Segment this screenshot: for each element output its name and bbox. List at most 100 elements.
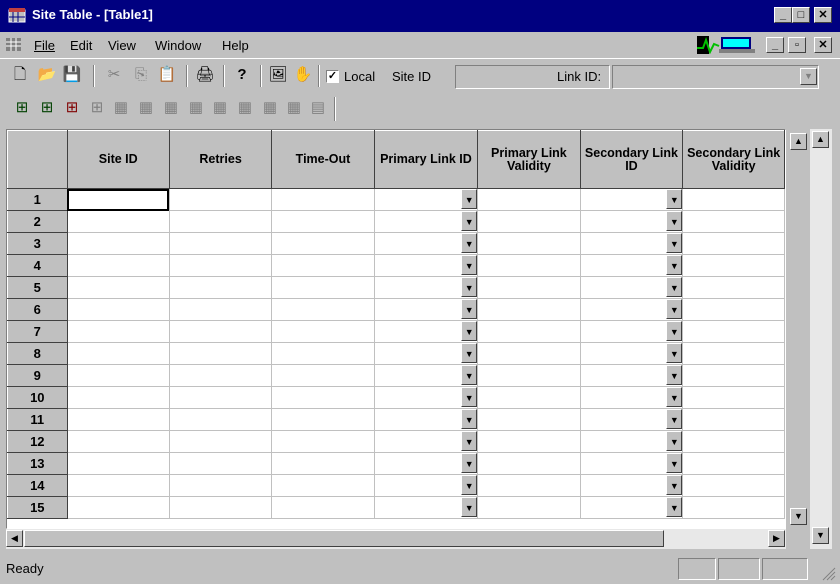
row-number[interactable]: 7 (7, 320, 68, 343)
grid-cell[interactable]: ▼ (374, 320, 479, 343)
grid-cell[interactable]: ▼ (580, 496, 684, 519)
print-icon[interactable]: 🖨 (195, 65, 215, 85)
grid-cell[interactable] (682, 452, 785, 475)
grid-cell[interactable]: ▼ (374, 364, 479, 387)
maximize-button[interactable]: □ (792, 7, 810, 23)
grid-cell[interactable] (67, 298, 170, 321)
grid-cell[interactable]: ▼ (580, 298, 684, 321)
hand-icon[interactable]: ✋ (293, 65, 313, 85)
scroll-down-button[interactable]: ▼ (790, 508, 807, 525)
grid-cell[interactable] (67, 232, 170, 255)
grid-cell[interactable] (477, 320, 581, 343)
delete-column-icon[interactable]: ⊞ (87, 98, 107, 118)
grid-cell[interactable]: ▼ (374, 474, 479, 497)
grid-cell[interactable]: ▼ (580, 474, 684, 497)
grid-cell[interactable] (67, 452, 170, 475)
grid-cell[interactable] (169, 496, 273, 519)
document-icon[interactable] (6, 37, 22, 52)
grid-cell[interactable]: ▼ (374, 188, 479, 211)
grid-option-icon[interactable]: ▦ (186, 98, 206, 118)
cell-dropdown-button[interactable]: ▼ (666, 409, 682, 429)
grid-cell[interactable] (271, 232, 375, 255)
grid-cell[interactable]: ▼ (374, 386, 479, 409)
row-number[interactable]: 2 (7, 210, 68, 233)
row-number[interactable]: 1 (7, 188, 68, 211)
grid-cell[interactable] (271, 474, 375, 497)
grid-cell[interactable] (67, 408, 170, 431)
grid-cell[interactable] (477, 188, 581, 211)
row-number[interactable]: 13 (7, 452, 68, 475)
grid-cell[interactable]: ▼ (580, 430, 684, 453)
vertical-scrollbar-track[interactable]: ▲ ▼ (810, 129, 832, 549)
app-icon[interactable] (8, 7, 26, 23)
grid-cell[interactable] (271, 254, 375, 277)
grid-cell[interactable] (477, 496, 581, 519)
grid-cell[interactable]: ▼ (374, 342, 479, 365)
cell-dropdown-button[interactable]: ▼ (666, 365, 682, 385)
link-id-dropdown-button[interactable]: ▼ (800, 68, 817, 85)
grid-cell[interactable] (477, 474, 581, 497)
cell-dropdown-button[interactable]: ▼ (461, 387, 477, 407)
doc-restore-button[interactable]: ▫ (788, 37, 806, 53)
scroll-up-button[interactable]: ▲ (812, 131, 829, 148)
horizontal-scroll-thumb[interactable] (24, 530, 664, 547)
grid-cell[interactable] (682, 210, 785, 233)
grid-cell[interactable] (67, 320, 170, 343)
new-icon[interactable]: 🗋 (10, 65, 30, 85)
grid-cell[interactable]: ▼ (580, 320, 684, 343)
grid-cell[interactable]: ▼ (374, 254, 479, 277)
row-number[interactable]: 12 (7, 430, 68, 453)
scroll-down-button[interactable]: ▼ (812, 527, 829, 544)
cell-dropdown-button[interactable]: ▼ (461, 343, 477, 363)
grid-cell[interactable] (169, 232, 273, 255)
grid-cell[interactable]: ▼ (374, 496, 479, 519)
cell-dropdown-button[interactable]: ▼ (461, 365, 477, 385)
horizontal-scrollbar[interactable]: ◀ ▶ (6, 529, 786, 549)
cell-dropdown-button[interactable]: ▼ (461, 299, 477, 319)
cell-dropdown-button[interactable]: ▼ (461, 277, 477, 297)
cell-dropdown-button[interactable]: ▼ (666, 255, 682, 275)
grid-option-icon[interactable]: ▦ (136, 98, 156, 118)
grid-option-icon[interactable]: ▦ (235, 98, 255, 118)
grid-cell[interactable]: ▼ (580, 232, 684, 255)
cell-dropdown-button[interactable]: ▼ (666, 321, 682, 341)
grid-cell[interactable] (682, 232, 785, 255)
grid-cell[interactable] (682, 320, 785, 343)
copy-icon[interactable]: ⎘ (131, 65, 151, 85)
cell-dropdown-button[interactable]: ▼ (461, 211, 477, 231)
grid-cell[interactable] (271, 298, 375, 321)
grid-cell[interactable] (477, 408, 581, 431)
grid-cell[interactable] (271, 188, 375, 211)
cell-dropdown-button[interactable]: ▼ (666, 497, 682, 517)
cell-dropdown-button[interactable]: ▼ (666, 233, 682, 253)
column-header-site-id[interactable]: Site ID (66, 130, 170, 189)
menu-edit[interactable]: Edit (70, 38, 92, 53)
delete-row-icon[interactable]: ⊞ (62, 98, 82, 118)
grid-cell[interactable]: ▼ (580, 188, 684, 211)
column-header-time-out[interactable]: Time-Out (271, 130, 375, 189)
grid-cell[interactable] (67, 496, 170, 519)
grid-cell[interactable] (169, 276, 273, 299)
cell-dropdown-button[interactable]: ▼ (666, 277, 682, 297)
grid-cell[interactable] (477, 386, 581, 409)
grid-cell[interactable] (67, 254, 170, 277)
column-header-secondary-link-validity[interactable]: Secondary Link Validity (682, 130, 785, 189)
grid-cell[interactable]: ▼ (374, 452, 479, 475)
grid-option-icon[interactable]: ▦ (111, 98, 131, 118)
grid-cell[interactable] (271, 496, 375, 519)
grid-cell[interactable] (169, 408, 273, 431)
grid-cell[interactable] (682, 430, 785, 453)
grid-cell[interactable]: ▼ (580, 254, 684, 277)
grid-cell[interactable] (271, 342, 375, 365)
grid-cell[interactable]: ▼ (374, 430, 479, 453)
scroll-up-button[interactable]: ▲ (790, 133, 807, 150)
grid-cell[interactable]: ▼ (374, 276, 479, 299)
grid-cell[interactable] (271, 408, 375, 431)
grid-option-icon[interactable]: ▦ (161, 98, 181, 118)
grid-cell[interactable] (67, 386, 170, 409)
grid-cell[interactable] (682, 342, 785, 365)
grid-cell[interactable] (477, 232, 581, 255)
grid-cell[interactable]: ▼ (374, 408, 479, 431)
grid-cell[interactable] (67, 188, 170, 211)
grid-cell[interactable] (169, 342, 273, 365)
